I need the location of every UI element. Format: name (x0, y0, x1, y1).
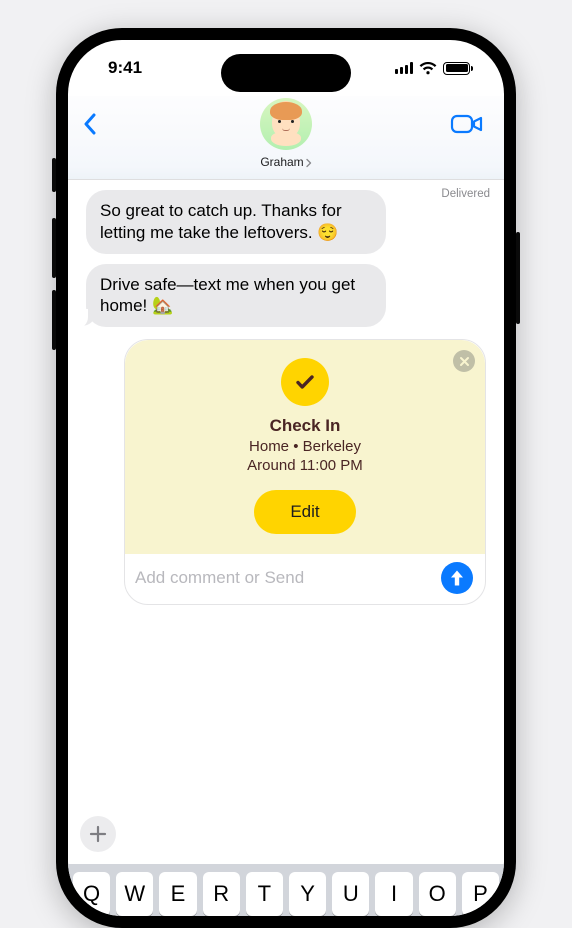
checkin-badge-icon (281, 358, 329, 406)
checkmark-icon (292, 369, 318, 395)
checkin-close-button[interactable] (453, 350, 475, 372)
power-button (516, 232, 520, 324)
checkin-card: Check In Home • Berkeley Around 11:00 PM… (125, 340, 485, 554)
dynamic-island (221, 54, 351, 92)
arrow-up-icon (449, 569, 465, 587)
back-button[interactable] (82, 112, 98, 141)
battery-icon (443, 62, 470, 75)
close-icon (459, 356, 470, 367)
key-q[interactable]: Q (73, 872, 110, 916)
contact-avatar[interactable] (260, 98, 312, 150)
key-e[interactable]: E (159, 872, 196, 916)
screen: 9:41 Graham Delivered So (68, 40, 504, 916)
contact-name-label: Graham (260, 155, 303, 169)
chevron-right-icon (305, 158, 312, 168)
contact-name-button[interactable]: Graham (260, 155, 311, 169)
compose-bar (125, 554, 485, 604)
conversation-header: Graham (68, 96, 504, 180)
key-i[interactable]: I (375, 872, 412, 916)
mute-switch (52, 158, 56, 192)
key-t[interactable]: T (246, 872, 283, 916)
key-r[interactable]: R (203, 872, 240, 916)
compose-input[interactable] (135, 560, 431, 596)
cellular-icon (395, 62, 413, 74)
volume-up (52, 218, 56, 278)
checkin-attachment: Check In Home • Berkeley Around 11:00 PM… (124, 339, 486, 605)
checkin-edit-button[interactable]: Edit (254, 490, 355, 534)
key-u[interactable]: U (332, 872, 369, 916)
status-time: 9:41 (108, 58, 142, 78)
keyboard: Q W E R T Y U I O P (68, 864, 504, 916)
key-y[interactable]: Y (289, 872, 326, 916)
volume-down (52, 290, 56, 350)
send-button[interactable] (441, 562, 473, 594)
message-bubble[interactable]: Drive safe—text me when you get home! 🏡 (86, 264, 386, 328)
status-icons (395, 62, 470, 75)
keyboard-row: Q W E R T Y U I O P (73, 872, 499, 916)
key-w[interactable]: W (116, 872, 153, 916)
message-thread[interactable]: Delivered So great to catch up. Thanks f… (68, 190, 504, 605)
checkin-location: Home • Berkeley (125, 438, 485, 455)
iphone-frame: 9:41 Graham Delivered So (56, 28, 516, 928)
key-p[interactable]: P (462, 872, 499, 916)
apps-button[interactable] (80, 816, 116, 852)
checkin-title: Check In (125, 416, 485, 436)
message-bubble[interactable]: So great to catch up. Thanks for letting… (86, 190, 386, 254)
plus-icon (89, 825, 107, 843)
wifi-icon (419, 62, 437, 75)
apps-row (68, 816, 116, 852)
key-o[interactable]: O (419, 872, 456, 916)
facetime-button[interactable] (450, 112, 484, 141)
checkin-time: Around 11:00 PM (125, 457, 485, 474)
delivered-label: Delivered (441, 188, 490, 200)
